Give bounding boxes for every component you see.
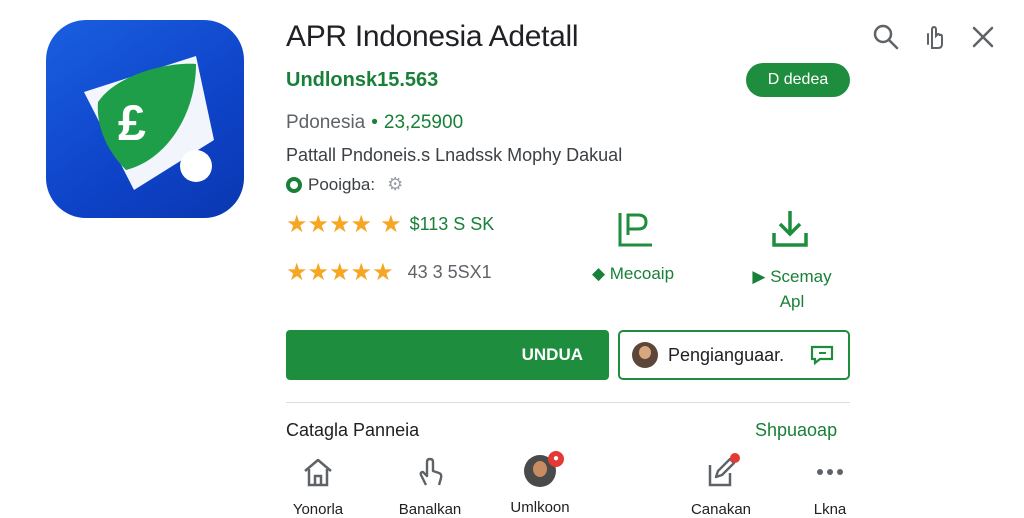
app-subtitle: Undlonsk15.563 [286,69,439,91]
app-title: APR Indonesia Adetall [286,20,579,53]
secondary-button[interactable]: Pengianguaar. [618,330,850,380]
home-icon [304,458,332,487]
bottom-nav-label: Banalkan [398,501,462,518]
action-1-text: Mecoaip [609,264,675,283]
secondary-button-label: Pengianguaar. [668,344,785,365]
star-rating-2: ★★★★ [286,259,373,286]
hand-pointer-icon[interactable] [920,22,950,52]
app-description: Pattall Pndoneis.s Lnadssk Mophy Dakual [286,145,623,165]
badge-row: Pooigba: ⚙ [286,174,403,195]
divider [286,402,850,403]
bottom-nav-item[interactable]: Yonorla [278,455,358,518]
bottom-nav-item[interactable]: ● Umlkoon [500,451,580,516]
gear-icon[interactable]: ⚙ [387,174,403,195]
action-1-label[interactable]: ◆ Mecoaip [578,264,688,284]
avatar [632,342,658,368]
section-link[interactable]: Shpuaoap [755,420,837,441]
edit-icon [704,453,740,489]
install-button[interactable]: UNDUA [286,330,609,380]
rating-row-2: ★★★★★ 43 3 5SX1 [286,258,492,287]
notification-dot [730,453,740,463]
star-rating-1: ★★★★ [286,211,373,238]
half-star-icon: ★ [380,211,402,238]
touch-icon [419,457,443,486]
action-2-text: Scemay [770,267,832,286]
svg-text:£: £ [118,95,146,151]
badge-label: Pooigba: [308,174,376,194]
verified-icon [286,176,302,193]
flag-p-icon[interactable] [612,207,656,251]
section-title: Catagla Panneia [286,420,420,440]
bottom-nav-item[interactable]: Canakan [681,453,761,518]
bottom-nav-label: Canakan [690,501,752,518]
rating-2-text: 43 3 5SX1 [407,262,492,282]
bottom-nav-item[interactable]: Lkna [790,455,870,518]
bottom-nav-label: Lkna [813,501,847,518]
download-pill-button[interactable]: D dedea [746,63,850,97]
profile-avatar-icon: ● [524,451,564,487]
bottom-nav-item[interactable]: Banalkan [390,455,470,518]
action-2-label[interactable]: ▶ Scemay Apl [742,264,842,314]
notification-badge: ● [548,451,564,467]
bottom-nav-label: Umlkoon [510,499,570,516]
rating-row-1: ★★★★ ★ $113 S SK [286,210,494,239]
meta-value: 23,25900 [383,112,464,133]
diamond-icon: ◆ [591,264,606,283]
download-icon[interactable] [768,207,812,251]
play-icon: ▶ [752,267,766,286]
app-icon: £ [46,20,244,218]
meta-region: Pdonesia [286,112,366,133]
meta-line: Pdonesia • 23,25900 [286,112,463,134]
action-2-sub: Apl [779,292,805,311]
star-group-2: ★★★★★ [286,258,394,287]
more-icon [817,469,843,475]
feedback-icon [810,345,834,365]
bottom-nav-label: Yonorla [292,501,344,518]
leaf-logo-icon: £ [84,56,214,190]
close-icon[interactable] [968,22,998,52]
meta-dot: • [371,112,378,133]
search-icon[interactable] [871,22,901,52]
half-star-icon: ★ [372,259,394,286]
rating-1-text: $113 S SK [409,214,495,234]
